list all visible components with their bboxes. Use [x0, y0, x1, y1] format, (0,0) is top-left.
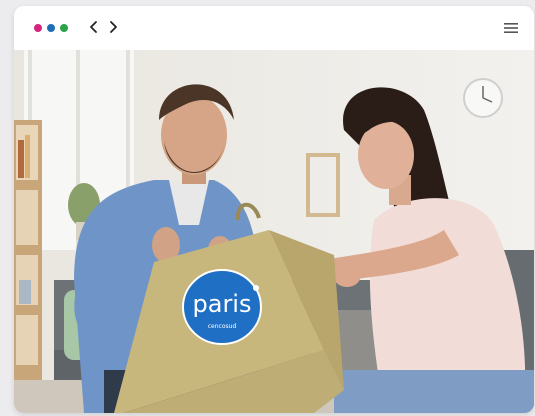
wall-clock [463, 78, 503, 118]
back-button[interactable] [86, 17, 102, 37]
window-dot-green [60, 24, 68, 32]
bag-logo-sub: cencosud [208, 323, 237, 330]
bag-logo-brand: paris [193, 290, 252, 318]
window-dot-magenta [34, 24, 42, 32]
bookshelf [14, 120, 42, 380]
chevron-left-icon [90, 21, 97, 33]
photo-viewport: paris cencosud [14, 50, 534, 413]
bag-logo: paris cencosud [182, 269, 262, 345]
hamburger-menu-icon [504, 23, 518, 33]
window-dot-blue [47, 24, 55, 32]
menu-button[interactable] [502, 19, 520, 37]
browser-toolbar [14, 6, 534, 50]
browser-window: paris cencosud [14, 6, 534, 413]
forward-button[interactable] [105, 17, 121, 37]
couple-shopping-photo: paris cencosud [14, 50, 534, 413]
chevron-right-icon [110, 21, 117, 33]
